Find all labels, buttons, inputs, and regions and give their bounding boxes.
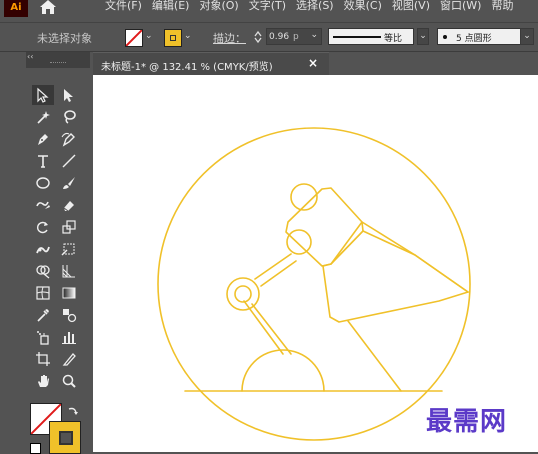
paintbrush-tool-icon[interactable] [58, 173, 80, 193]
lasso-tool-icon[interactable] [58, 107, 80, 127]
document-tab[interactable]: 未标题-1* @ 132.41 % (CMYK/预览) × [93, 52, 329, 76]
magic-wand-tool-icon[interactable] [32, 107, 54, 127]
gradient-tool-icon[interactable] [58, 283, 80, 303]
watermark-text: 最需网 [426, 407, 508, 437]
chevron-down-icon[interactable]: ⌄ [310, 30, 318, 40]
eraser-tool-icon[interactable] [58, 195, 80, 215]
selection-status-label: 未选择对象 [37, 32, 92, 45]
scale-tool-icon[interactable] [58, 217, 80, 237]
collapse-icon[interactable]: ‹‹ [27, 52, 33, 61]
tab-strip [329, 52, 538, 75]
menu-select[interactable]: 选择(S) [296, 0, 334, 13]
control-bar: 未选择对象 ⌄ ⌄ 描边： 0.96 p ⌄ 等比 ⌄ 5 点圆形 ⌄ [0, 22, 538, 52]
swap-fill-stroke-icon[interactable] [67, 405, 79, 417]
brush-definition-select[interactable]: 5 点圆形 [437, 28, 531, 45]
stroke-inner-icon [170, 35, 176, 41]
light-ray [347, 320, 402, 392]
lower-arm-line [251, 303, 292, 355]
curvature-tool-icon[interactable] [58, 129, 80, 149]
ellipse-tool-icon[interactable] [32, 173, 54, 193]
lamp-joint-outer [226, 277, 260, 311]
close-icon[interactable]: × [308, 56, 318, 70]
upper-arm-line [260, 260, 297, 287]
menu-items: 文件(F) 编辑(E) 对象(O) 文字(T) 选择(S) 效果(C) 视图(V… [105, 0, 513, 13]
column-graph-tool-icon[interactable] [58, 327, 80, 347]
mesh-tool-icon[interactable] [32, 283, 54, 303]
perspective-grid-tool-icon[interactable] [58, 261, 80, 281]
outer-circle [157, 127, 471, 441]
eyedropper-tool-icon[interactable] [32, 305, 54, 325]
lamp-head-pivot [286, 229, 312, 255]
stroke-weight-unit: p [293, 31, 299, 42]
menu-type[interactable]: 文字(T) [249, 0, 286, 13]
none-slash-icon [126, 30, 142, 46]
illustrator-logo: Ai [4, 0, 28, 17]
lamp-shade-seam [362, 230, 416, 256]
default-fill-stroke-icon[interactable] [30, 443, 41, 454]
tools-panel [27, 84, 91, 454]
type-tool-icon[interactable] [32, 151, 54, 171]
stroke-swatch[interactable] [164, 29, 182, 47]
blend-tool-icon[interactable] [58, 305, 80, 325]
profile-line-preview [333, 36, 381, 38]
direct-selection-tool-icon[interactable] [58, 85, 80, 105]
pen-tool-icon[interactable] [32, 129, 54, 149]
symbol-sprayer-tool-icon[interactable] [32, 327, 54, 347]
lamp-base-dome [241, 349, 325, 392]
fill-dropdown-arrow[interactable]: ⌄ [145, 31, 153, 41]
panel-grip[interactable] [50, 62, 66, 64]
hand-tool-icon[interactable] [32, 371, 54, 391]
profile-label: 等比 [384, 34, 403, 44]
brush-dropdown-arrow[interactable]: ⌄ [520, 28, 534, 45]
menu-file[interactable]: 文件(F) [105, 0, 142, 13]
brush-label: 5 点圆形 [456, 34, 492, 44]
document-tab-title: 未标题-1* @ 132.41 % (CMYK/预览) [101, 62, 273, 73]
profile-dropdown-arrow[interactable]: ⌄ [417, 28, 429, 45]
stroke-weight-value: 0.96 [269, 31, 290, 42]
home-icon[interactable] [38, 0, 58, 16]
line-segment-tool-icon[interactable] [58, 151, 80, 171]
menu-bar: Ai 文件(F) 编辑(E) 对象(O) 文字(T) 选择(S) 效果(C) 视… [0, 0, 538, 20]
stroke-dropdown-arrow[interactable]: ⌄ [184, 31, 192, 41]
artboard-tool-icon[interactable] [32, 349, 54, 369]
menu-edit[interactable]: 编辑(E) [152, 0, 190, 13]
fill-swatch[interactable] [125, 29, 143, 47]
menu-help[interactable]: 帮助 [491, 0, 513, 13]
puppet-warp-tool-icon[interactable] [32, 239, 54, 259]
free-transform-tool-icon[interactable] [58, 239, 80, 259]
stroke-weight-input[interactable]: 0.96 p ⌄ [266, 28, 322, 45]
tools-panel-header[interactable] [26, 52, 90, 68]
lamp-joint-inner [234, 285, 252, 303]
menu-effect[interactable]: 效果(C) [344, 0, 382, 13]
variable-width-profile-select[interactable]: 等比 [328, 28, 414, 45]
shape-builder-tool-icon[interactable] [32, 261, 54, 281]
menu-object[interactable]: 对象(O) [199, 0, 238, 13]
stroke-label[interactable]: 描边： [213, 30, 246, 46]
menu-view[interactable]: 视图(V) [392, 0, 430, 13]
upper-arm-line [254, 253, 292, 280]
lamp-shade-outline [322, 221, 469, 323]
stroke-box-inner [59, 431, 73, 445]
stroke-stepper-icon[interactable] [252, 29, 264, 45]
artboard-canvas[interactable]: 最需网 [93, 75, 538, 452]
desk-lamp-artwork[interactable] [93, 75, 538, 452]
stroke-box[interactable] [49, 421, 81, 454]
selection-tool-icon[interactable] [32, 85, 54, 105]
brush-dot-icon [443, 35, 447, 39]
zoom-tool-icon[interactable] [58, 371, 80, 391]
menu-window[interactable]: 窗口(W) [440, 0, 481, 13]
shaper-tool-icon[interactable] [32, 195, 54, 215]
lamp-shade-seam [330, 230, 364, 265]
light-ray [414, 254, 469, 293]
slice-tool-icon[interactable] [58, 349, 80, 369]
rotate-tool-icon[interactable] [32, 217, 54, 237]
